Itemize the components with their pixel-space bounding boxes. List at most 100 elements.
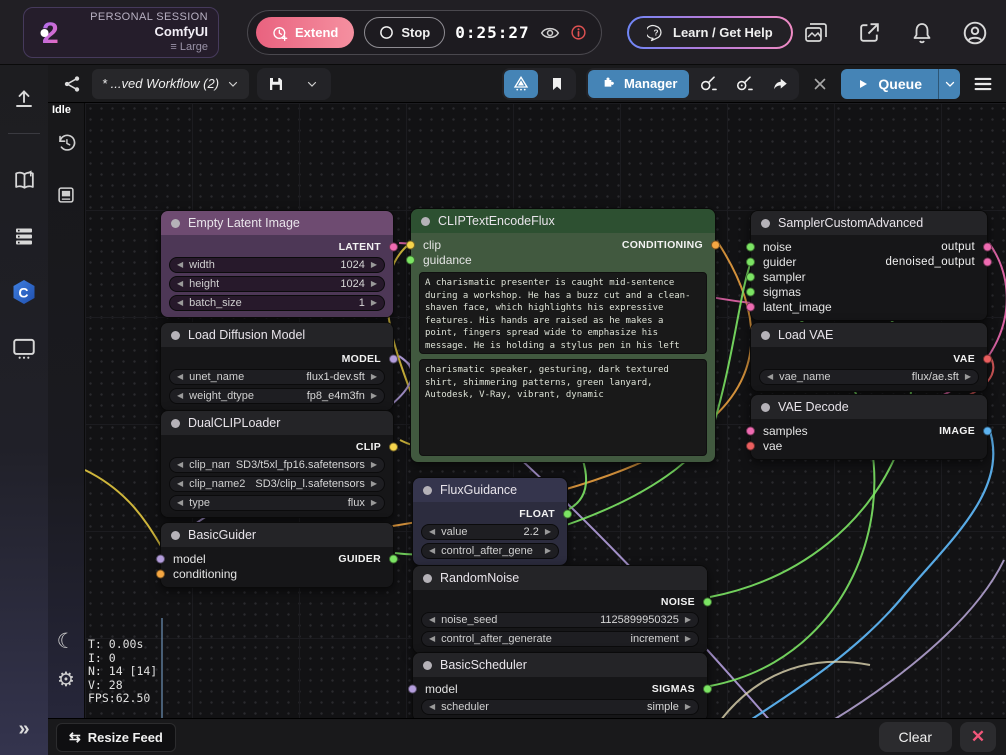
collapse-dot[interactable]: [761, 331, 770, 340]
input-slot-sampler[interactable]: [746, 272, 755, 281]
forward-share-button[interactable]: [763, 70, 797, 98]
save-options-dropdown[interactable]: [295, 70, 329, 98]
node-header[interactable]: DualCLIPLoader: [161, 411, 393, 435]
widget-vae-name[interactable]: ◀vae_nameflux/ae.sft▶: [759, 369, 979, 385]
notifications-button[interactable]: [908, 19, 936, 47]
node-vae-decode[interactable]: VAE Decode samplesIMAGE vae: [750, 394, 988, 460]
widget-batch-size[interactable]: ◀batch_size1▶: [169, 295, 385, 311]
widget-control-after-generate[interactable]: ◀control_after_generateincrement▶: [421, 631, 699, 647]
widget-noise-seed[interactable]: ◀noise_seed1125899950325▶: [421, 612, 699, 628]
output-slot-conditioning[interactable]: [711, 240, 720, 249]
manager-button[interactable]: Manager: [588, 70, 689, 98]
interrupt-button[interactable]: [809, 73, 831, 95]
node-header[interactable]: VAE Decode: [751, 395, 987, 419]
eye-icon[interactable]: [540, 23, 560, 43]
share-workflow-button[interactable]: [60, 72, 84, 96]
input-slot-sigmas[interactable]: [746, 287, 755, 296]
sidebar-item-comfy[interactable]: C: [4, 272, 44, 312]
widget-clip-name1[interactable]: ◀clip_name1SD3/t5xl_fp16.safetensors▶: [169, 457, 385, 473]
widget-unet-name[interactable]: ◀unet_nameflux1-dev.sft▶: [169, 369, 385, 385]
account-button[interactable]: [960, 18, 990, 48]
collapse-dot[interactable]: [421, 217, 430, 226]
sidebar-expand-button[interactable]: »: [18, 718, 29, 741]
open-external-button[interactable]: [855, 18, 884, 47]
node-header[interactable]: BasicScheduler: [413, 653, 707, 677]
output-slot-clip[interactable]: [389, 442, 398, 451]
prompt-textarea-t5[interactable]: A charismatic presenter is caught mid-se…: [419, 272, 707, 354]
widget-scheduler[interactable]: ◀schedulersimple▶: [421, 699, 699, 715]
output-slot-output[interactable]: [983, 242, 992, 251]
node-header[interactable]: RandomNoise: [413, 566, 707, 590]
collapse-dot[interactable]: [423, 486, 432, 495]
save-workflow-button[interactable]: [259, 70, 293, 98]
widget-value[interactable]: ◀value2.2▶: [421, 524, 559, 540]
stop-button[interactable]: Stop: [364, 17, 445, 48]
input-slot-vae[interactable]: [746, 441, 755, 450]
output-slot-latent[interactable]: [389, 242, 398, 251]
logs-button[interactable]: [46, 175, 86, 215]
collapse-dot[interactable]: [171, 219, 180, 228]
vacuum-a-icon-button[interactable]: [691, 70, 725, 98]
settings-button[interactable]: ⚙: [57, 670, 75, 690]
output-slot-model[interactable]: [389, 354, 398, 363]
input-slot-noise[interactable]: [746, 242, 755, 251]
output-slot-denoised-output[interactable]: [983, 257, 992, 266]
history-button[interactable]: [46, 123, 86, 163]
clear-feed-button[interactable]: Clear: [879, 722, 952, 752]
node-empty-latent-image[interactable]: Empty Latent Image LATENT ◀width1024▶ ◀h…: [160, 210, 394, 318]
output-slot-noise[interactable]: [703, 597, 712, 606]
input-slot-guidance[interactable]: [406, 255, 415, 264]
collapse-dot[interactable]: [423, 574, 432, 583]
output-slot-float[interactable]: [563, 509, 572, 518]
input-slot-clip[interactable]: [406, 240, 415, 249]
queue-button[interactable]: Queue: [841, 69, 938, 99]
node-load-diffusion-model[interactable]: Load Diffusion Model MODEL ◀unet_nameflu…: [160, 322, 394, 411]
node-header[interactable]: Load Diffusion Model: [161, 323, 393, 347]
input-slot-conditioning[interactable]: [156, 569, 165, 578]
node-header[interactable]: SamplerCustomAdvanced: [751, 211, 987, 235]
collapse-dot[interactable]: [171, 419, 180, 428]
widget-control-after-generate[interactable]: ◀control_after_generate▶: [421, 543, 559, 559]
node-clip-text-encode-flux[interactable]: CLIPTextEncodeFlux clipCONDITIONING guid…: [410, 208, 716, 463]
deploy-machine-button[interactable]: [504, 70, 538, 98]
node-flux-guidance[interactable]: FluxGuidance FLOAT ◀value2.2▶ ◀control_a…: [412, 477, 568, 566]
node-header[interactable]: FluxGuidance: [413, 478, 567, 502]
input-slot-samples[interactable]: [746, 426, 755, 435]
output-slot-image[interactable]: [983, 426, 992, 435]
node-header[interactable]: BasicGuider: [161, 523, 393, 547]
widget-width[interactable]: ◀width1024▶: [169, 257, 385, 273]
node-dual-clip-loader[interactable]: DualCLIPLoader CLIP ◀clip_name1SD3/t5xl_…: [160, 410, 394, 518]
output-slot-guider[interactable]: [389, 554, 398, 563]
collapse-dot[interactable]: [423, 661, 432, 670]
collapse-dot[interactable]: [171, 331, 180, 340]
sidebar-item-docs[interactable]: [4, 160, 44, 200]
node-basic-guider[interactable]: BasicGuider modelGUIDER conditioning: [160, 522, 394, 588]
widget-weight-dtype[interactable]: ◀weight_dtypefp8_e4m3fn▶: [169, 388, 385, 404]
prompt-textarea-clip-l[interactable]: charismatic speaker, gesturing, dark tex…: [419, 359, 707, 456]
node-random-noise[interactable]: RandomNoise NOISE ◀noise_seed11258999503…: [412, 565, 708, 654]
upload-button[interactable]: [4, 79, 44, 119]
collapse-dot[interactable]: [761, 219, 770, 228]
sidebar-item-models[interactable]: [4, 216, 44, 256]
bookmark-button[interactable]: [540, 70, 574, 98]
learn-get-help-button[interactable]: ? Learn / Get Help: [627, 16, 793, 49]
node-header[interactable]: Empty Latent Image: [161, 211, 393, 235]
node-basic-scheduler[interactable]: BasicScheduler modelSIGMAS ◀schedulersim…: [412, 652, 708, 722]
widget-type[interactable]: ◀typeflux▶: [169, 495, 385, 511]
vacuum-b-icon-button[interactable]: [727, 70, 761, 98]
input-slot-model[interactable]: [156, 554, 165, 563]
input-slot-model[interactable]: [408, 684, 417, 693]
widget-height[interactable]: ◀height1024▶: [169, 276, 385, 292]
collapse-dot[interactable]: [171, 531, 180, 540]
node-header[interactable]: CLIPTextEncodeFlux: [411, 209, 715, 233]
theme-toggle-button[interactable]: ☾: [57, 631, 76, 652]
input-slot-latent-image[interactable]: [746, 302, 755, 311]
output-slot-vae[interactable]: [983, 354, 992, 363]
output-slot-sigmas[interactable]: [703, 684, 712, 693]
extend-button[interactable]: Extend: [256, 17, 354, 48]
close-feed-button[interactable]: ✕: [960, 722, 996, 752]
resize-feed-button[interactable]: ⇆ Resize Feed: [56, 723, 176, 752]
collapse-dot[interactable]: [761, 403, 770, 412]
input-slot-guider[interactable]: [746, 257, 755, 266]
session-card[interactable]: 2 PERSONAL SESSION ComfyUI ≡ Large: [23, 7, 219, 58]
